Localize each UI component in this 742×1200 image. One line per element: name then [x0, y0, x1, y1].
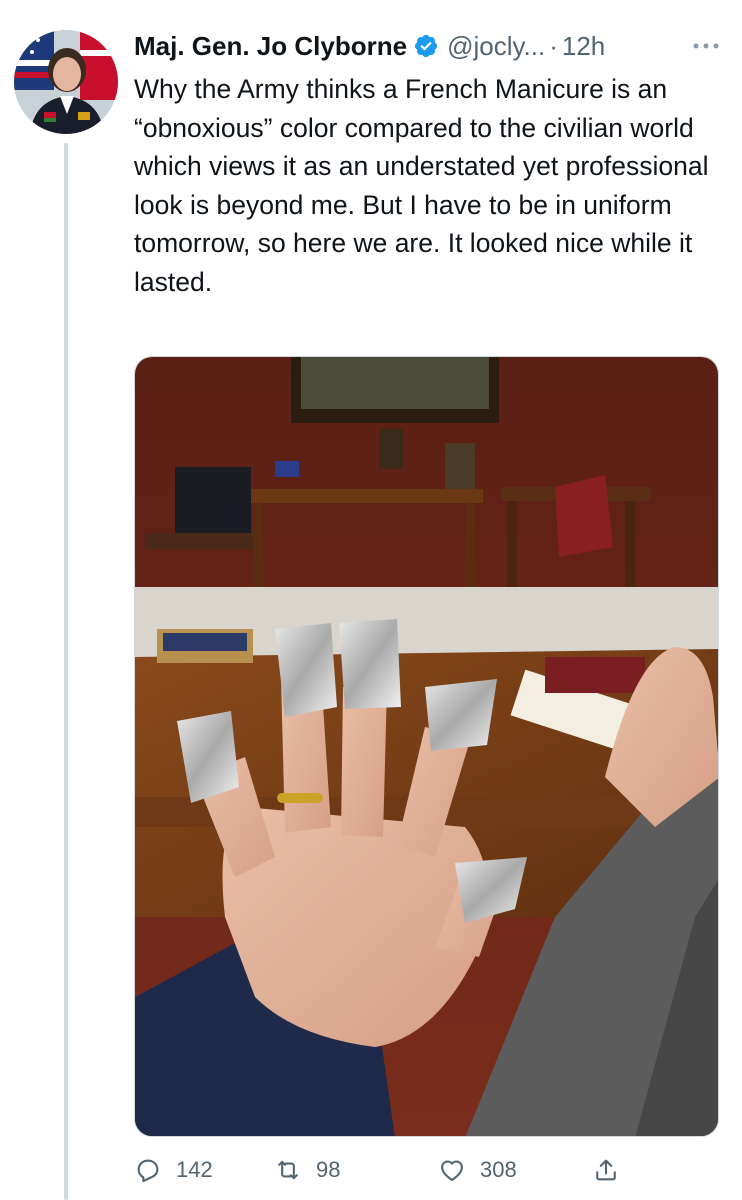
heart-icon [441, 1160, 463, 1181]
author-avatar[interactable] [14, 30, 118, 134]
like-button[interactable]: 308 [438, 1150, 517, 1190]
tweet-actions: 142 98 308 [134, 1150, 634, 1190]
reply-button[interactable]: 142 [134, 1150, 213, 1190]
share-icon [596, 1159, 616, 1181]
author-handle[interactable]: @jocly... [447, 31, 545, 62]
tweet-header: Maj. Gen. Jo Clyborne @jocly... · 12h [134, 28, 730, 64]
tweet-text: Why the Army thinks a French Manicure is… [134, 74, 709, 297]
author-name[interactable]: Maj. Gen. Jo Clyborne [134, 31, 407, 62]
verified-badge-icon [413, 33, 439, 59]
retweet-count: 98 [316, 1157, 341, 1182]
thread-connector-line [64, 143, 68, 1200]
share-button[interactable] [592, 1150, 620, 1190]
reply-icon [137, 1159, 159, 1183]
retweet-button[interactable]: 98 [274, 1150, 340, 1190]
separator-dot: · [549, 30, 558, 61]
tweet-photo[interactable] [134, 356, 719, 1137]
like-count: 308 [480, 1157, 517, 1182]
retweet-icon [278, 1160, 298, 1180]
tweet-timestamp[interactable]: 12h [562, 31, 605, 62]
more-dots-icon[interactable] [690, 38, 722, 54]
reply-count: 142 [176, 1157, 213, 1182]
